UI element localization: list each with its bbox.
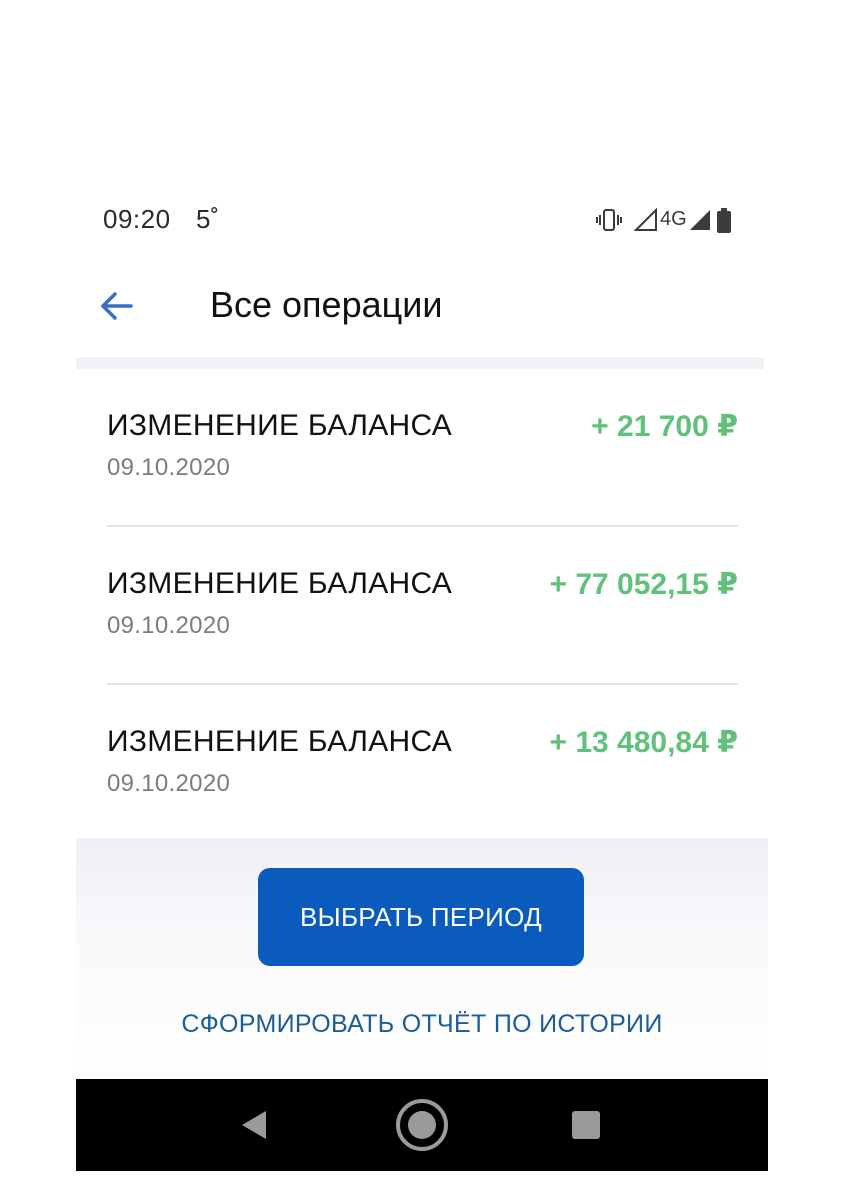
page-title: Все операции [210,284,443,325]
operation-title: ИЗМЕНЕНИЕ БАЛАНСА [107,409,453,442]
vibrate-icon [596,209,622,231]
status-time: 09:20 [103,204,171,234]
battery-icon [717,208,731,233]
actions-panel: ВЫБРАТЬ ПЕРИОД СФОРМИРОВАТЬ ОТЧЁТ ПО ИСТ… [76,838,768,1080]
nav-back-icon[interactable] [240,1109,268,1141]
signal-icon [690,210,710,230]
select-period-button[interactable]: ВЫБРАТЬ ПЕРИОД [258,868,584,966]
operations-list: ИЗМЕНЕНИЕ БАЛАНСА 09.10.2020 + 21 700 ₽ … [76,369,768,843]
operation-row[interactable]: ИЗМЕНЕНИЕ БАЛАНСА 09.10.2020 + 77 052,15… [76,527,768,685]
operation-amount: + 77 052,15 ₽ [549,568,738,601]
status-icons: 4G [596,208,746,234]
operation-amount: + 21 700 ₽ [591,410,738,443]
status-temperature: 5˚ [196,204,220,234]
operation-date: 09.10.2020 [107,454,231,481]
operation-title: ИЗМЕНЕНИЕ БАЛАНСА [107,567,453,600]
app-header: Все операции [76,270,768,348]
operation-amount: + 13 480,84 ₽ [549,726,738,759]
system-nav-bar [76,1079,768,1171]
history-report-link[interactable]: СФОРМИРОВАТЬ ОТЧЁТ ПО ИСТОРИИ [76,1010,768,1039]
operation-title: ИЗМЕНЕНИЕ БАЛАНСА [107,725,453,758]
status-bar: 09:20 5˚ 4G [0,200,857,240]
operation-row[interactable]: ИЗМЕНЕНИЕ БАЛАНСА 09.10.2020 + 21 700 ₽ [76,369,768,527]
operation-row[interactable]: ИЗМЕНЕНИЕ БАЛАНСА 09.10.2020 + 13 480,84… [76,685,768,843]
header-divider [76,357,764,369]
network-type-label: 4G [660,208,687,230]
back-button[interactable] [96,286,136,326]
signal-icon [634,208,657,231]
nav-home-icon[interactable] [394,1097,450,1153]
operation-date: 09.10.2020 [107,612,231,639]
operation-date: 09.10.2020 [107,770,231,797]
arrow-left-icon [101,292,133,320]
nav-recents-icon[interactable] [572,1111,600,1139]
